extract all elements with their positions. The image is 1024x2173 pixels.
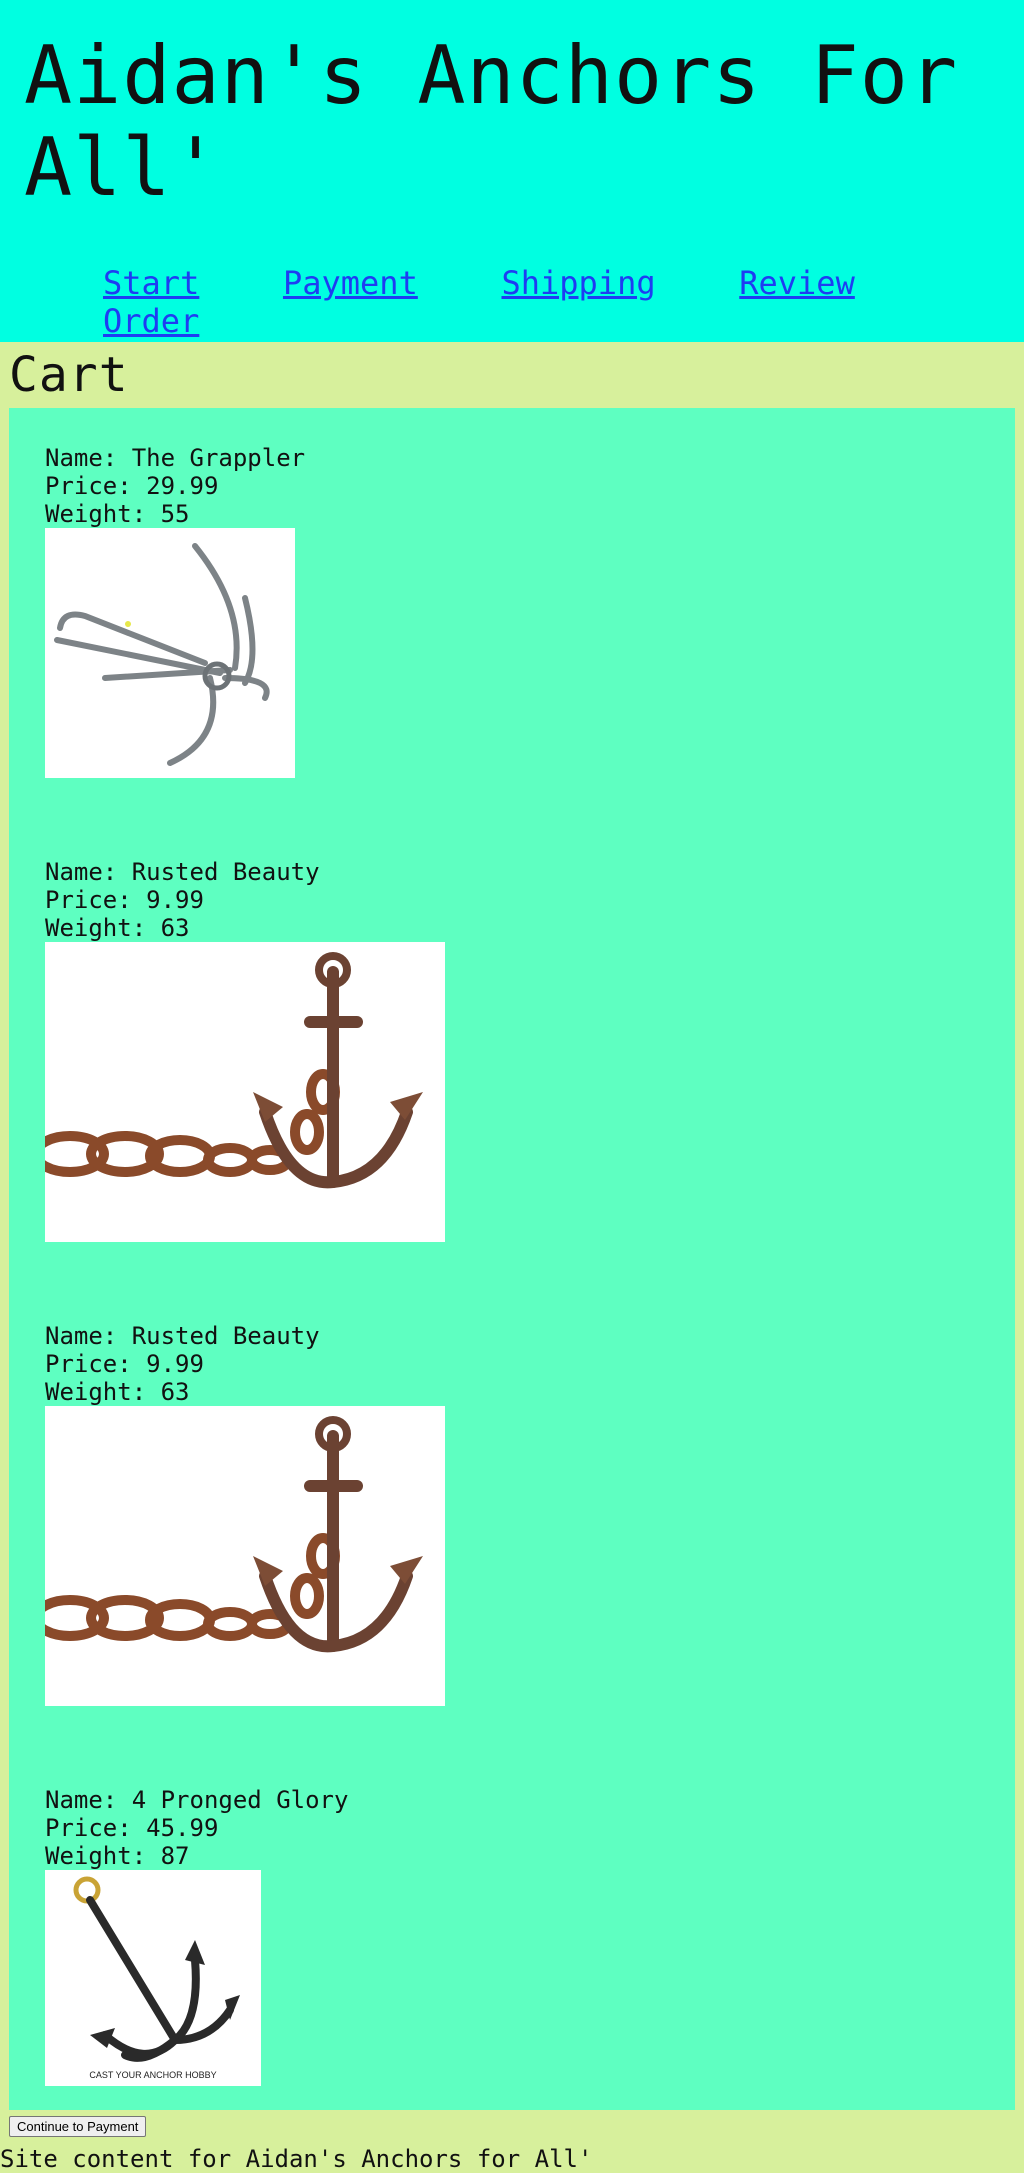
main-nav: Start Payment Shipping Review Order [0,264,1024,340]
nav-link-start[interactable]: Start [103,264,199,302]
item-weight: Weight: 63 [45,914,190,942]
four-pronged-anchor-icon: CAST YOUR ANCHOR HOBBY [45,1870,261,2086]
rusted-anchor-chain-icon [45,942,445,1242]
nav-link-review-order[interactable]: Review Order [103,264,855,340]
image-caption: CAST YOUR ANCHOR HOBBY [89,2070,216,2080]
item-name: Name: Rusted Beauty [45,858,320,886]
nav-link-payment[interactable]: Payment [283,264,418,302]
cart-item: Name: 4 Pronged Glory Price: 45.99 Weigh… [45,1786,1015,2086]
cart-item: Name: The Grappler Price: 29.99 Weight: … [45,444,1015,778]
site-footer: Site content for Aidan's Anchors for All… [0,2145,593,2173]
cart-item: Name: Rusted Beauty Price: 9.99 Weight: … [45,1322,1015,1706]
item-name: Name: 4 Pronged Glory [45,1786,349,1814]
nav-link-shipping[interactable]: Shipping [501,264,655,302]
cart-item: Name: Rusted Beauty Price: 9.99 Weight: … [45,858,1015,1242]
continue-to-payment-button[interactable]: Continue to Payment [9,2116,147,2137]
item-price: Price: 9.99 [45,886,204,914]
item-name: Name: Rusted Beauty [45,1322,320,1350]
cart-list: Name: The Grappler Price: 29.99 Weight: … [9,408,1015,2110]
item-weight: Weight: 63 [45,1378,190,1406]
item-weight: Weight: 55 [45,500,190,528]
site-header: Aidan's Anchors For All' Start Payment S… [0,0,1024,342]
item-price: Price: 45.99 [45,1814,219,1842]
cart-heading: Cart [9,347,129,403]
item-price: Price: 29.99 [45,472,219,500]
item-name: Name: The Grappler [45,444,306,472]
site-title: Aidan's Anchors For All' [24,29,959,214]
rusted-anchor-chain-icon [45,1406,445,1706]
grappling-anchor-icon [45,528,295,778]
item-price: Price: 9.99 [45,1350,204,1378]
item-weight: Weight: 87 [45,1842,190,1870]
